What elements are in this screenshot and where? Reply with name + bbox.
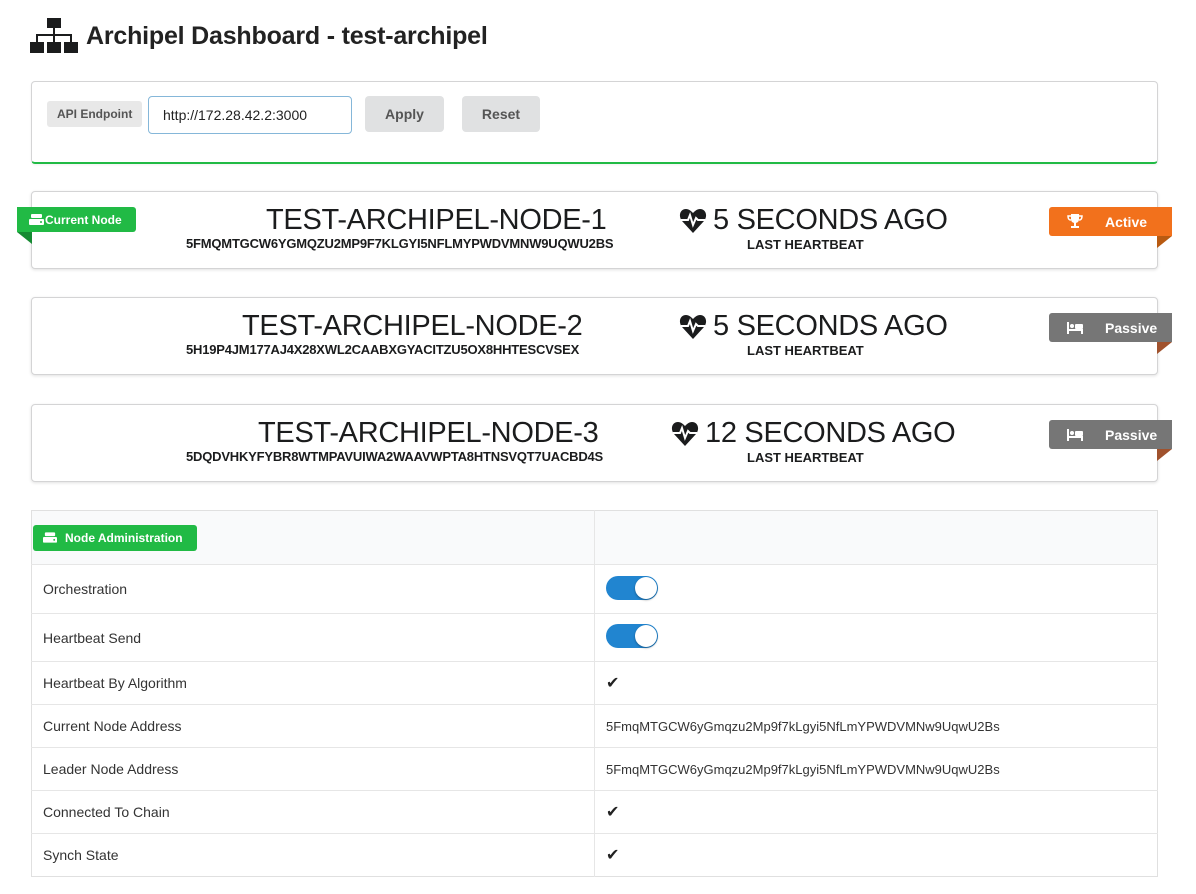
api-endpoint-input[interactable]	[148, 96, 352, 134]
status-ribbon: Passive	[1049, 313, 1172, 354]
heartbeat-icon	[679, 314, 707, 339]
table-row: Connected To Chain ✔	[31, 790, 1158, 834]
heartbeat-status: 5 SECONDS AGO	[679, 204, 948, 237]
heartbeat-label: LAST HEARTBEAT	[747, 450, 864, 465]
table-header-cell	[594, 510, 1158, 565]
table-row: Orchestration	[31, 564, 1158, 614]
current-node-ribbon: Current Node	[17, 207, 136, 244]
apply-button[interactable]: Apply	[365, 96, 444, 132]
row-value: 5FmqMTGCW6yGmqzu2Mp9f7kLgyi5NfLmYPWDVMNw…	[594, 704, 1158, 748]
status-label: Active	[1105, 213, 1148, 230]
table-row: Heartbeat Send	[31, 613, 1158, 662]
row-label: Current Node Address	[31, 704, 595, 748]
heartbeat-time: 5 SECONDS AGO	[713, 310, 948, 342]
leader-node-address: 5FmqMTGCW6yGmqzu2Mp9f7kLgyi5NfLmYPWDVMNw…	[606, 762, 1000, 777]
node-card-2: TEST-ARCHIPEL-NODE-2 5H19P4JM177AJ4X28XW…	[31, 297, 1172, 375]
row-label: Orchestration	[31, 564, 595, 614]
current-node-label: Current Node	[45, 212, 122, 227]
table-row: Heartbeat By Algorithm ✔	[31, 661, 1158, 705]
node-administration-title: Node Administration	[65, 530, 183, 545]
orchestration-toggle[interactable]	[606, 575, 658, 600]
row-value: ✔	[594, 833, 1158, 877]
table-row: Current Node Address 5FmqMTGCW6yGmqzu2Mp…	[31, 704, 1158, 748]
node-card-3: TEST-ARCHIPEL-NODE-3 5DQDVHKYFYBR8WTMPAV…	[31, 404, 1172, 482]
api-endpoint-label: API Endpoint	[47, 101, 143, 127]
node-administration-table: Node Administration Orchestration Heartb…	[31, 510, 1158, 877]
heartbeat-time: 5 SECONDS AGO	[713, 204, 948, 236]
table-header-cell: Node Administration	[31, 510, 595, 565]
server-icon	[43, 532, 57, 543]
row-label: Heartbeat Send	[31, 613, 595, 662]
node-name: TEST-ARCHIPEL-NODE-1	[266, 204, 607, 236]
status-ribbon: Passive	[1049, 420, 1172, 461]
server-icon	[29, 214, 44, 225]
check-icon: ✔	[606, 804, 620, 821]
toggle-knob	[635, 625, 657, 647]
row-value: ✔	[594, 790, 1158, 834]
heartbeat-icon	[679, 208, 707, 233]
bed-icon	[1067, 321, 1083, 334]
toggle-knob	[635, 576, 657, 599]
heartbeat-icon	[671, 421, 699, 446]
heartbeat-time: 12 SECONDS AGO	[705, 417, 956, 449]
heartbeat-status: 5 SECONDS AGO	[679, 310, 948, 343]
heartbeat-status: 12 SECONDS AGO	[671, 417, 956, 450]
row-value: 5FmqMTGCW6yGmqzu2Mp9f7kLgyi5NfLmYPWDVMNw…	[594, 747, 1158, 791]
row-value: ✔	[594, 661, 1158, 705]
node-address: 5DQDVHKYFYBR8WTMPAVUIWA2WAAVWPTA8HTNSVQT…	[186, 449, 604, 464]
check-icon: ✔	[606, 675, 620, 692]
row-label: Connected To Chain	[31, 790, 595, 834]
sitemap-icon	[30, 18, 78, 53]
node-name: TEST-ARCHIPEL-NODE-2	[242, 310, 583, 342]
node-card-1: Current Node TEST-ARCHIPEL-NODE-1 5FMQMT…	[17, 191, 1172, 269]
table-header-row: Node Administration	[31, 510, 1158, 565]
table-row: Leader Node Address 5FmqMTGCW6yGmqzu2Mp9…	[31, 747, 1158, 791]
status-ribbon: Active	[1049, 207, 1172, 248]
row-label: Synch State	[31, 833, 595, 877]
api-endpoint-segment: API Endpoint Apply Reset	[31, 81, 1158, 164]
check-icon: ✔	[606, 847, 620, 864]
heartbeat-send-toggle[interactable]	[606, 624, 658, 648]
status-label: Passive	[1105, 319, 1158, 336]
row-value	[594, 613, 1158, 662]
status-label: Passive	[1105, 426, 1158, 443]
node-administration-label: Node Administration	[33, 524, 197, 551]
node-address: 5H19P4JM177AJ4X28XWL2CAABXGYACITZU5OX8HH…	[186, 342, 580, 357]
page-title: Archipel Dashboard - test-archipel	[86, 21, 488, 50]
node-name: TEST-ARCHIPEL-NODE-3	[258, 417, 599, 449]
table-row: Synch State ✔	[31, 833, 1158, 877]
row-value	[594, 564, 1158, 614]
heartbeat-label: LAST HEARTBEAT	[747, 237, 864, 252]
row-label: Heartbeat By Algorithm	[31, 661, 595, 705]
bed-icon	[1067, 428, 1083, 441]
node-address: 5FMQMTGCW6YGMQZU2MP9F7KLGYI5NFLMYPWDVMNW…	[186, 236, 614, 251]
trophy-icon	[1067, 214, 1083, 228]
page-header: Archipel Dashboard - test-archipel	[30, 14, 488, 58]
row-label: Leader Node Address	[31, 747, 595, 791]
reset-button[interactable]: Reset	[462, 96, 540, 132]
heartbeat-label: LAST HEARTBEAT	[747, 343, 864, 358]
current-node-address: 5FmqMTGCW6yGmqzu2Mp9f7kLgyi5NfLmYPWDVMNw…	[606, 719, 1000, 734]
